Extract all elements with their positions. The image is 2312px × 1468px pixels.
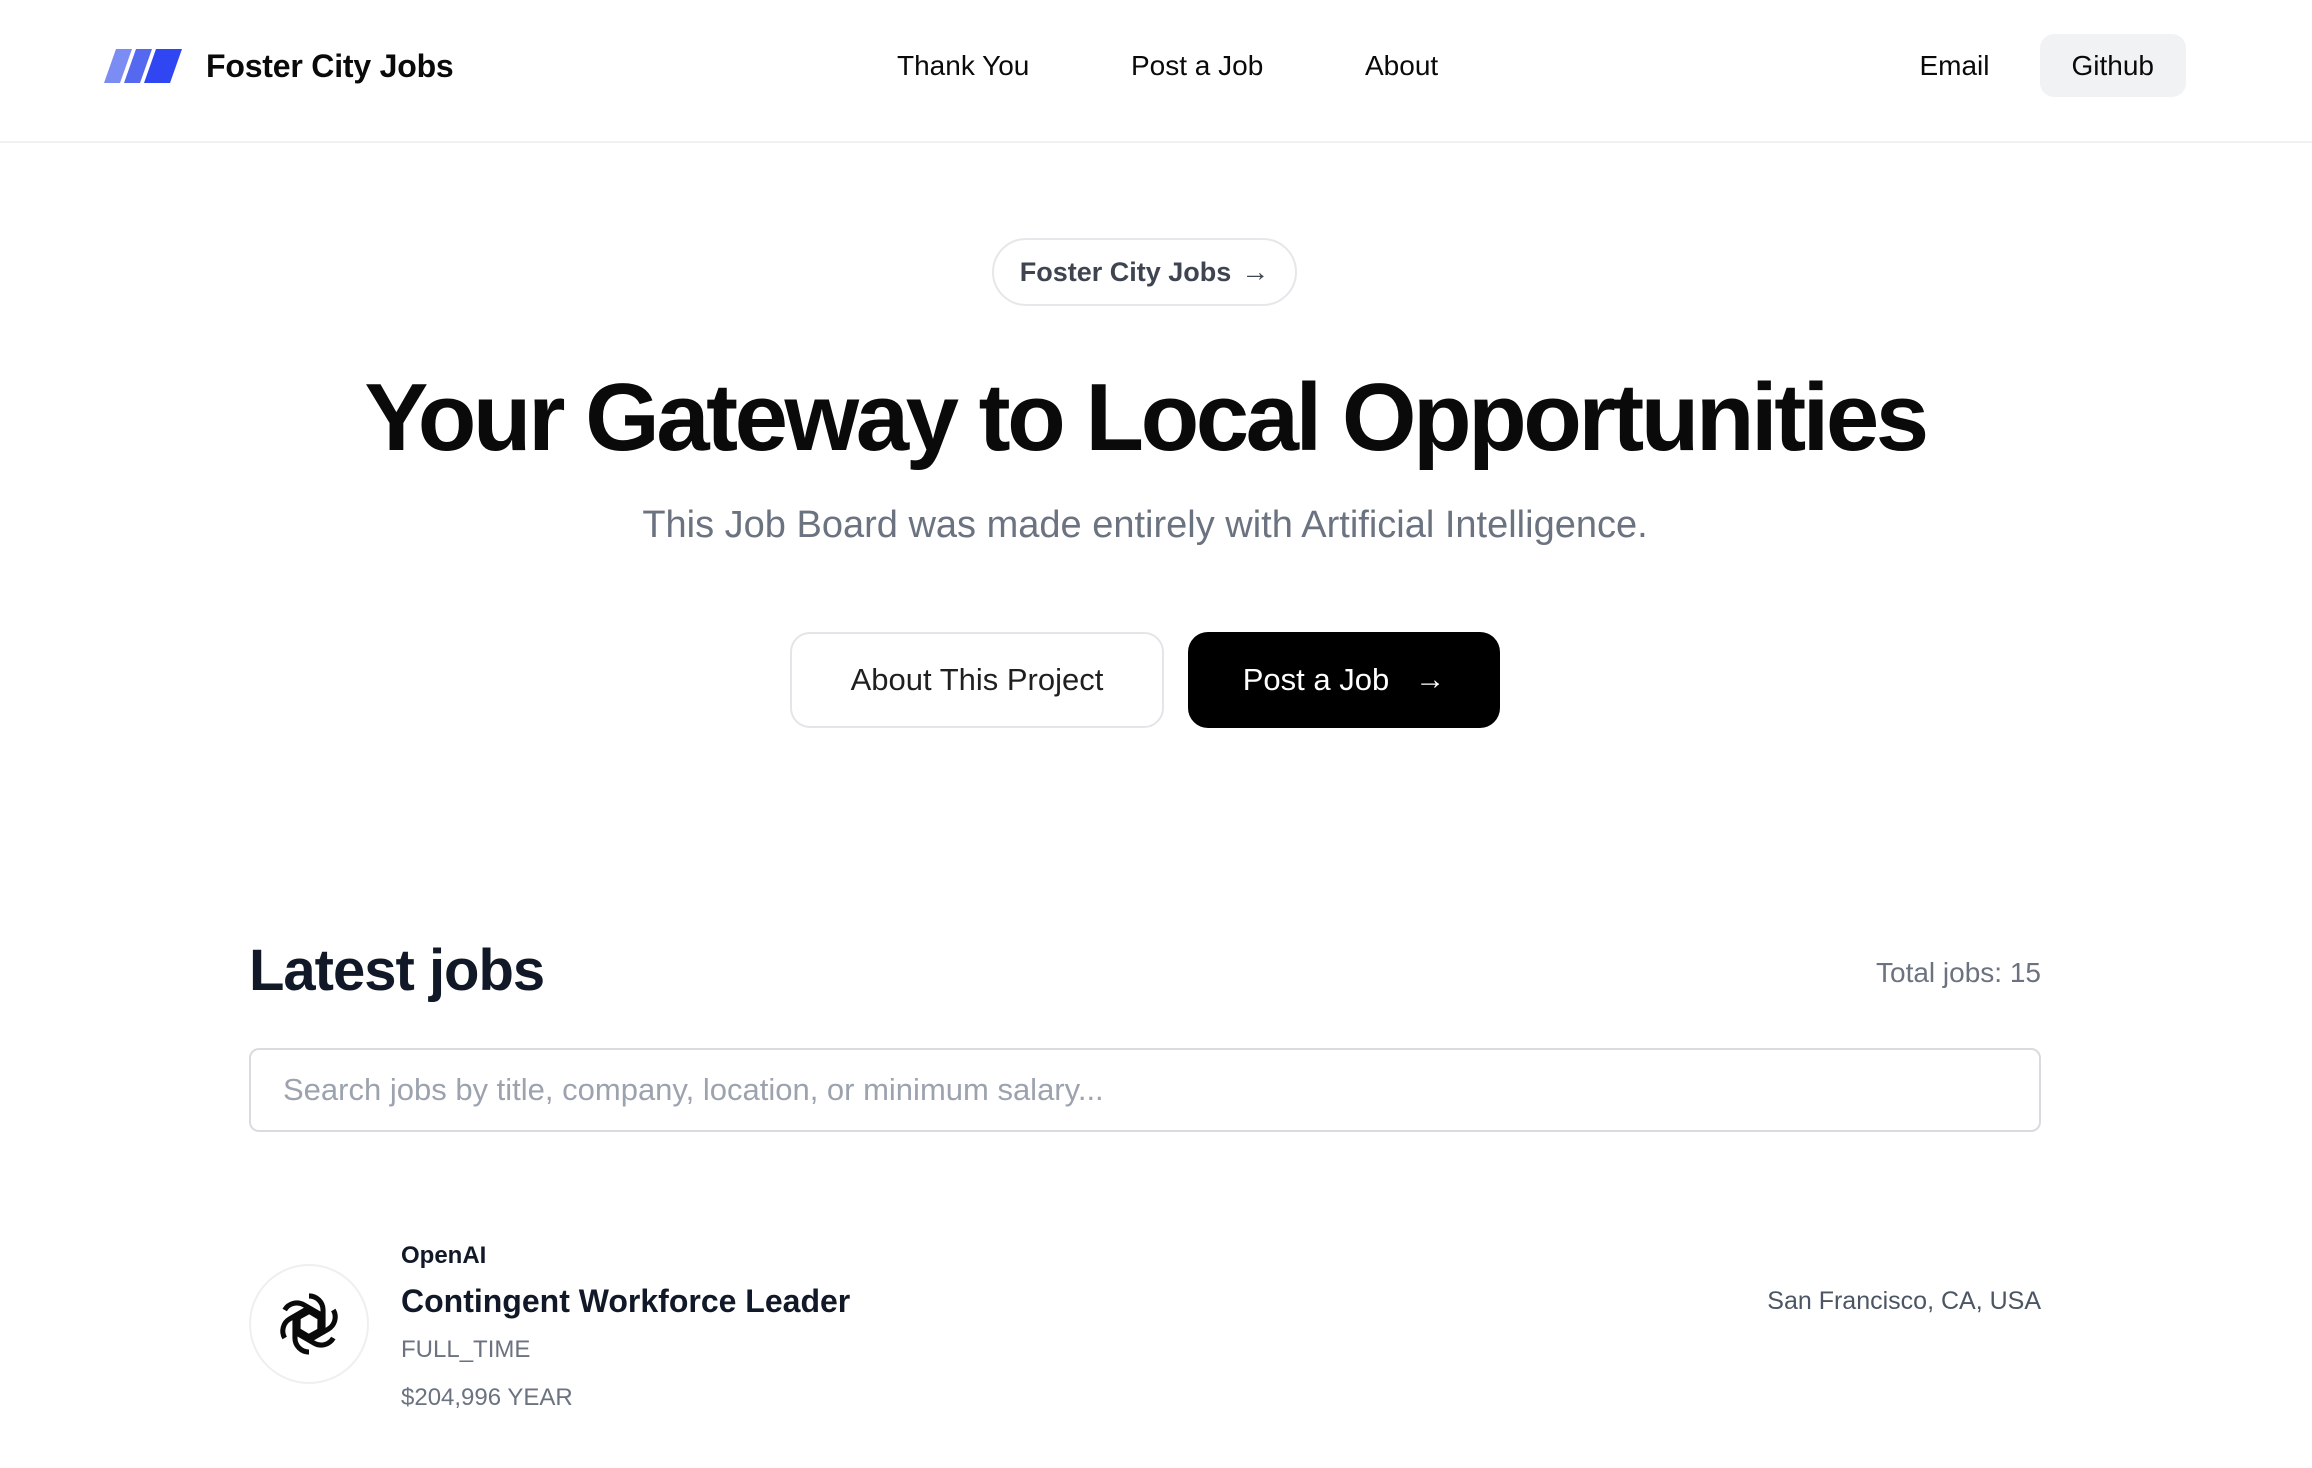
- job-list-item[interactable]: OpenAI Contingent Workforce Leader FULL_…: [249, 1230, 2041, 1411]
- hero-badge-link[interactable]: Foster City Jobs →: [992, 238, 1297, 306]
- job-company: OpenAI: [401, 1242, 487, 1269]
- github-button[interactable]: Github: [2039, 34, 2186, 97]
- total-jobs-count: Total jobs: 15: [1876, 957, 2041, 988]
- hero-subtitle: This Job Board was made entirely with Ar…: [642, 504, 1648, 546]
- hero-actions: About This Project Post a Job →: [790, 632, 1500, 728]
- post-job-button[interactable]: Post a Job →: [1188, 632, 1500, 728]
- post-job-button-label: Post a Job: [1242, 662, 1390, 697]
- email-link[interactable]: Email: [1919, 50, 1989, 82]
- nav-about[interactable]: About: [1365, 40, 1438, 92]
- about-project-button[interactable]: About This Project: [790, 632, 1164, 728]
- hero-badge-label: Foster City Jobs: [1019, 256, 1232, 287]
- job-location: San Francisco, CA, USA: [1767, 1287, 2041, 1315]
- job-employment-type: FULL_TIME: [401, 1336, 531, 1363]
- job-salary: $204,996 YEAR: [401, 1384, 573, 1411]
- nav-thank-you[interactable]: Thank You: [897, 40, 1029, 92]
- site-header: Foster City Jobs Thank You Post a Job Ab…: [0, 0, 2312, 143]
- header-actions: Email Github: [1919, 34, 2186, 97]
- brand-home-link[interactable]: Foster City Jobs: [104, 40, 454, 92]
- brand-name: Foster City Jobs: [206, 47, 454, 84]
- nav-post-a-job[interactable]: Post a Job: [1131, 40, 1263, 92]
- openai-logo-icon: [280, 1293, 338, 1355]
- job-title-link[interactable]: Contingent Workforce Leader: [401, 1280, 850, 1322]
- company-logo: [249, 1264, 369, 1384]
- hero-title: Your Gateway to Local Opportunities: [364, 364, 1929, 471]
- latest-jobs-heading: Latest jobs: [249, 938, 545, 1003]
- arrow-right-icon: →: [1415, 663, 1446, 696]
- brand-logo-icon: [104, 49, 182, 83]
- arrow-right-icon: →: [1241, 256, 1270, 287]
- job-search-input[interactable]: [249, 1048, 2041, 1132]
